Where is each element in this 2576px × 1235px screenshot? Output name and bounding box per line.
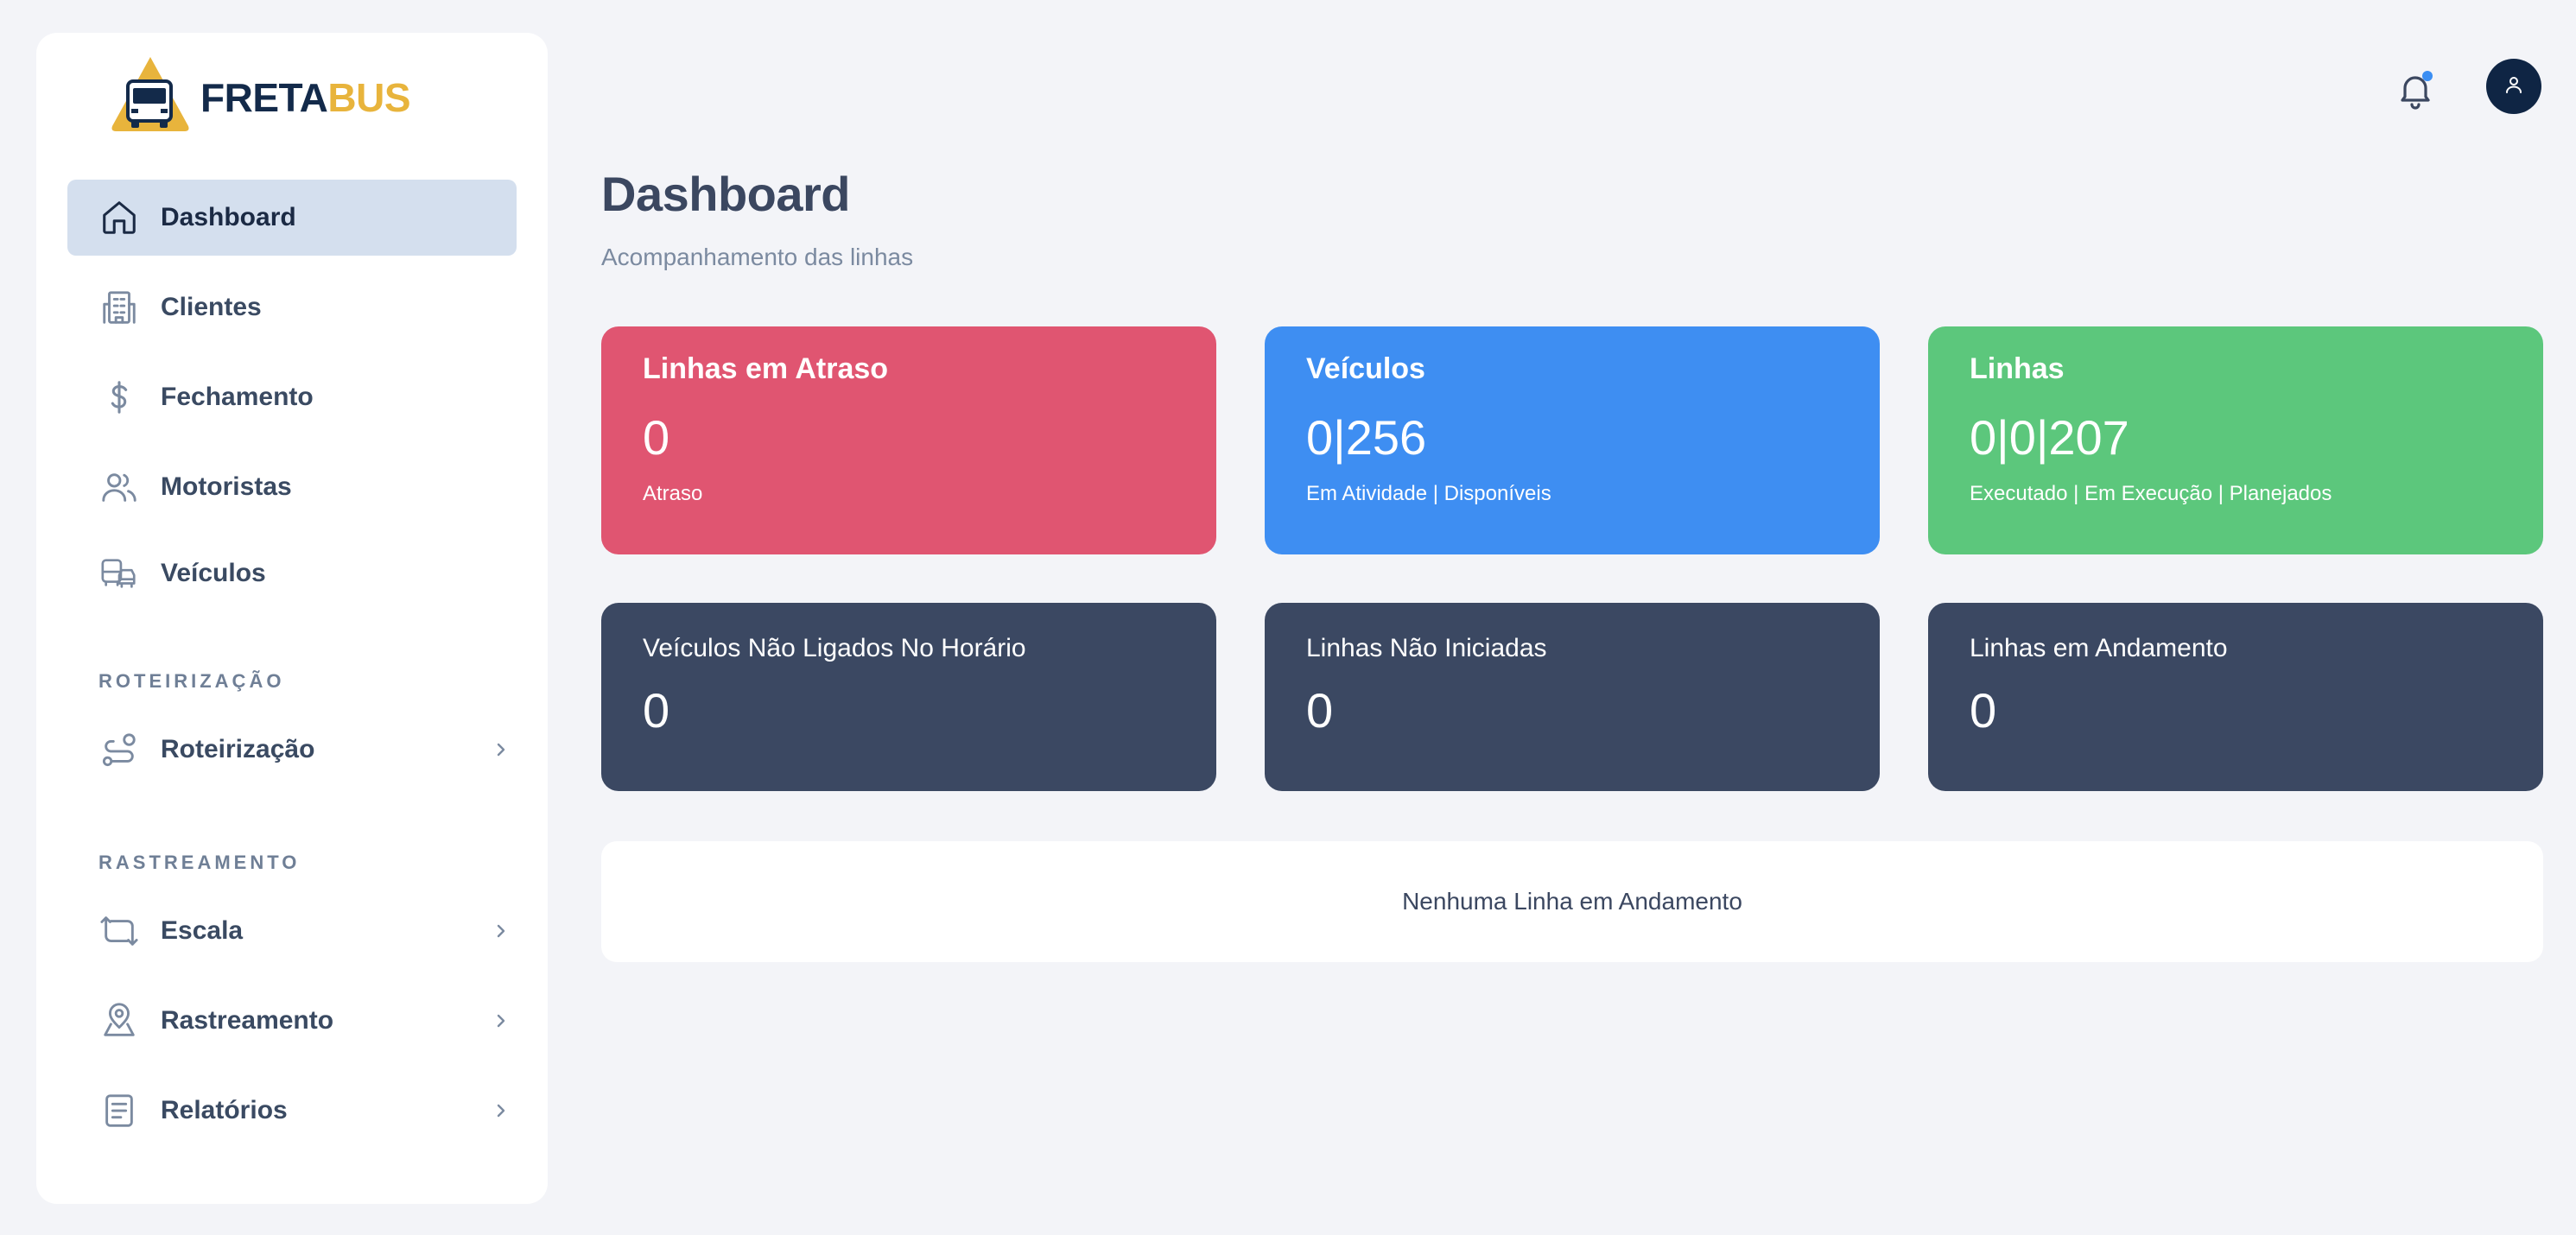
- app: FRETABUS Dashboard Clientes Fechamento M: [0, 0, 2576, 1235]
- sidebar-item-label: Dashboard: [161, 203, 296, 231]
- bus-logo-icon: [107, 52, 194, 142]
- card-value: 0: [643, 410, 670, 465]
- page-title: Dashboard: [601, 167, 851, 221]
- vehicles-icon: [98, 553, 140, 594]
- empty-state-message: Nenhuma Linha em Andamento: [1402, 888, 1742, 915]
- repeat-icon: [98, 910, 140, 952]
- sidebar-item-relatorios[interactable]: Relatórios: [67, 1073, 517, 1149]
- sidebar-item-label: Escala: [161, 916, 244, 945]
- brand-name-part1: FRETA: [200, 74, 328, 120]
- chevron-right-icon: [491, 921, 511, 941]
- card-linhas-em-atraso[interactable]: Linhas em Atraso 0 Atraso: [601, 326, 1216, 554]
- card-title: Veículos: [1306, 352, 1425, 385]
- sidebar-item-escala[interactable]: Escala: [67, 893, 517, 969]
- sidebar-item-rastreamento[interactable]: Rastreamento: [67, 983, 517, 1059]
- document-icon: [98, 1090, 140, 1131]
- brand-logo[interactable]: FRETABUS: [107, 52, 411, 142]
- lines-in-progress-panel: Nenhuma Linha em Andamento: [601, 841, 2543, 962]
- user-avatar-button[interactable]: [2486, 59, 2541, 114]
- sidebar-item-fechamento[interactable]: Fechamento: [67, 359, 517, 435]
- brand-name: FRETABUS: [200, 74, 411, 121]
- map-pin-icon: [98, 1000, 140, 1042]
- card-veiculos[interactable]: Veículos 0|256 Em Atividade | Disponívei…: [1265, 326, 1880, 554]
- sidebar-item-clientes[interactable]: Clientes: [67, 269, 517, 345]
- section-title-rastreamento: RASTREAMENTO: [98, 852, 301, 873]
- card-title: Linhas: [1970, 352, 2065, 385]
- card-title: Linhas Não Iniciadas: [1306, 634, 1547, 662]
- card-value: 0: [1306, 683, 1334, 738]
- card-linhas[interactable]: Linhas 0|0|207 Executado | Em Execução |…: [1928, 326, 2543, 554]
- card-subtitle: Executado | Em Execução | Planejados: [1970, 482, 2332, 505]
- card-subtitle: Em Atividade | Disponíveis: [1306, 482, 1551, 505]
- user-icon: [2503, 74, 2524, 99]
- sidebar-item-label: Roteirização: [161, 735, 315, 763]
- sidebar-item-label: Motoristas: [161, 472, 292, 501]
- sidebar-item-label: Fechamento: [161, 383, 314, 411]
- card-value: 0: [643, 683, 670, 738]
- card-value: 0|256: [1306, 410, 1427, 465]
- chevron-right-icon: [491, 1100, 511, 1121]
- section-title-roteirizacao: ROTEIRIZAÇÃO: [98, 670, 285, 692]
- card-value: 0|0|207: [1970, 410, 2129, 465]
- card-title: Linhas em Atraso: [643, 352, 889, 385]
- notifications-button[interactable]: [2395, 69, 2436, 111]
- sidebar-item-label: Rastreamento: [161, 1006, 334, 1035]
- card-linhas-nao-iniciadas[interactable]: Linhas Não Iniciadas 0: [1265, 603, 1880, 791]
- chevron-right-icon: [491, 1010, 511, 1031]
- sidebar-item-veiculos[interactable]: Veículos: [67, 535, 517, 611]
- route-icon: [98, 729, 140, 770]
- sidebar-item-motoristas[interactable]: Motoristas: [67, 449, 517, 525]
- sidebar-item-label: Relatórios: [161, 1096, 288, 1124]
- card-value: 0: [1970, 683, 1997, 738]
- sidebar-item-label: Clientes: [161, 293, 262, 321]
- card-title: Veículos Não Ligados No Horário: [643, 634, 1026, 662]
- card-title: Linhas em Andamento: [1970, 634, 2228, 662]
- card-linhas-em-andamento[interactable]: Linhas em Andamento 0: [1928, 603, 2543, 791]
- page-subtitle: Acompanhamento das linhas: [601, 244, 914, 270]
- home-icon: [98, 197, 140, 238]
- card-veiculos-nao-ligados[interactable]: Veículos Não Ligados No Horário 0: [601, 603, 1216, 791]
- sidebar-item-roteirizacao[interactable]: Roteirização: [67, 712, 517, 788]
- brand-name-part2: BUS: [327, 74, 411, 120]
- card-subtitle: Atraso: [643, 482, 703, 505]
- notification-dot: [2422, 71, 2433, 81]
- sidebar: FRETABUS Dashboard Clientes Fechamento M: [36, 33, 548, 1204]
- sidebar-item-dashboard[interactable]: Dashboard: [67, 180, 517, 256]
- users-icon: [98, 466, 140, 508]
- building-icon: [98, 287, 140, 328]
- chevron-right-icon: [491, 739, 511, 760]
- dollar-icon: [98, 377, 140, 418]
- bell-icon: [2395, 76, 2436, 114]
- sidebar-item-label: Veículos: [161, 559, 266, 587]
